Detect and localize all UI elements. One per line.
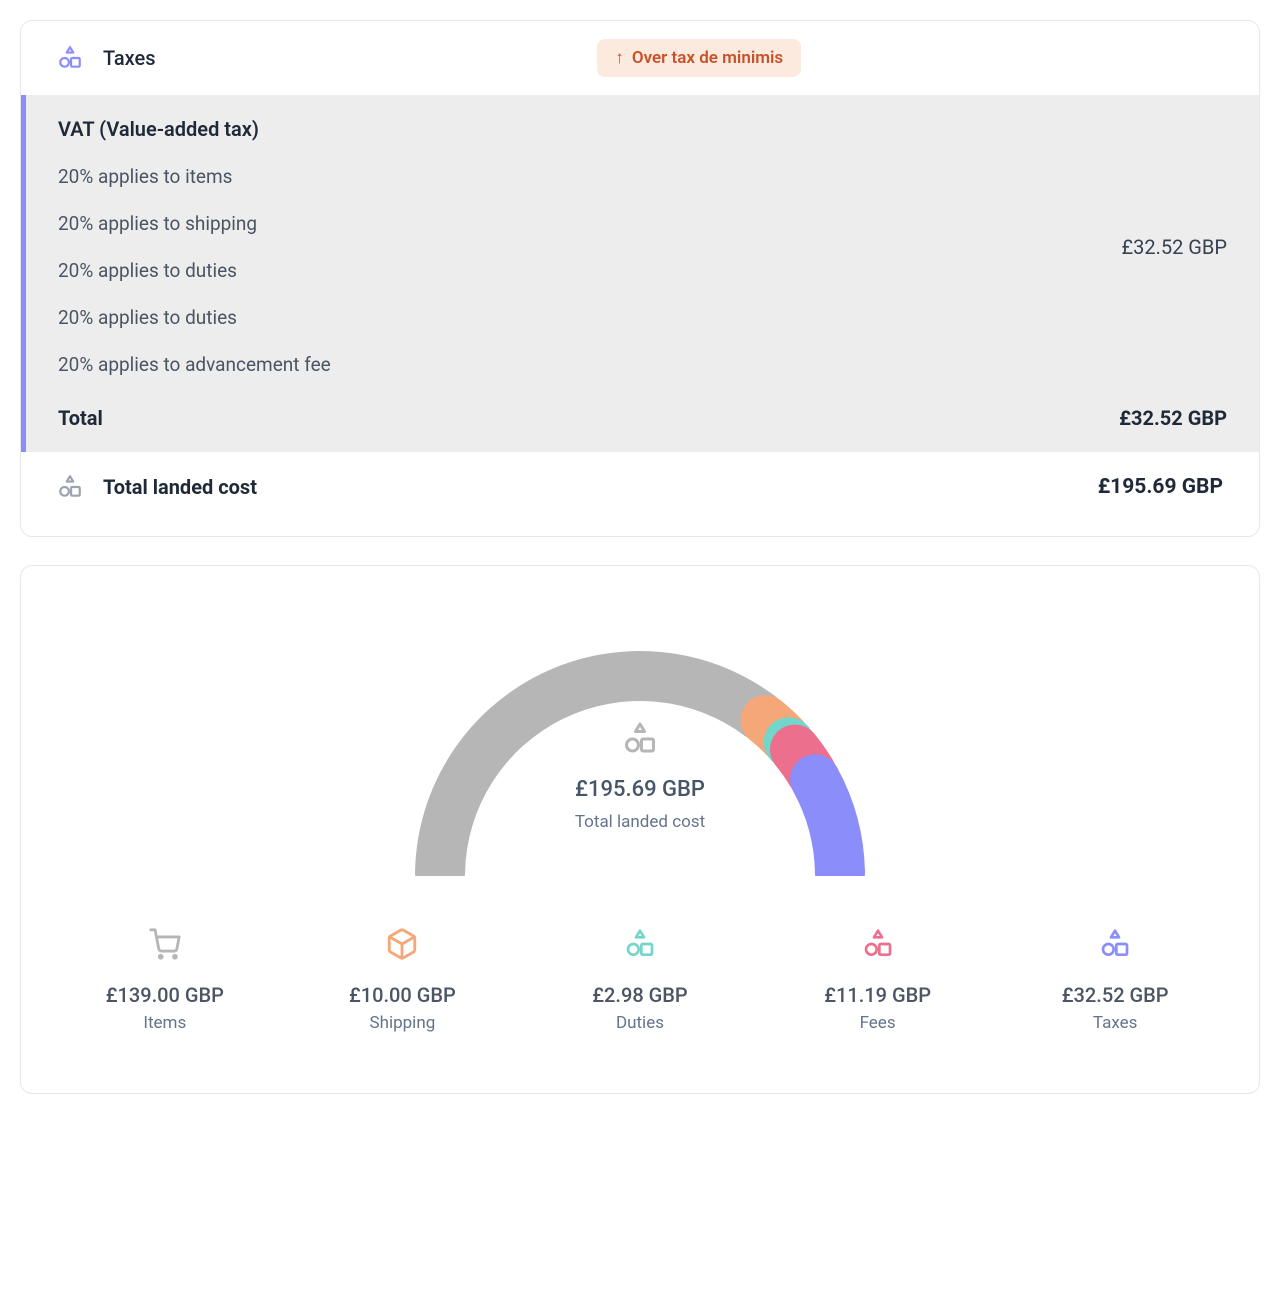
legend-item-shipping: £10.00 GBP Shipping	[289, 921, 517, 1033]
legend-label: Shipping	[370, 1013, 436, 1033]
shapes-icon	[622, 721, 658, 757]
vat-rule: 20% applies to duties	[58, 259, 331, 282]
total-landed-amount: £195.69 GBP	[1098, 475, 1223, 499]
shapes-icon	[57, 474, 83, 500]
legend-value: £139.00 GBP	[106, 983, 224, 1007]
legend-label: Taxes	[1093, 1013, 1138, 1033]
landed-cost-chart-card: £195.69 GBP Total landed cost £139.00 GB…	[20, 565, 1260, 1094]
taxes-total-row: Total £32.52 GBP	[26, 406, 1259, 452]
taxes-total-label: Total	[58, 406, 103, 430]
chart-legend: £139.00 GBP Items £10.00 GBP Shipping £2…	[51, 921, 1229, 1033]
legend-label: Items	[143, 1013, 186, 1033]
taxes-card: Taxes ↑ Over tax de minimis VAT (Value-a…	[20, 20, 1260, 537]
gauge-center: £195.69 GBP Total landed cost	[51, 721, 1229, 832]
gauge-wrap: £195.69 GBP Total landed cost	[51, 626, 1229, 876]
legend-icon	[624, 921, 656, 967]
legend-item-duties: £2.98 GBP Duties	[526, 921, 754, 1033]
legend-item-taxes: £32.52 GBP Taxes	[1001, 921, 1229, 1033]
legend-value: £2.98 GBP	[592, 983, 687, 1007]
de-minimis-badge: ↑ Over tax de minimis	[597, 39, 801, 77]
vat-amount: £32.52 GBP	[1121, 235, 1227, 259]
vat-rule: 20% applies to duties	[58, 306, 331, 329]
legend-value: £11.19 GBP	[824, 983, 931, 1007]
legend-icon	[148, 921, 182, 967]
vat-rule: 20% applies to shipping	[58, 212, 331, 235]
legend-value: £10.00 GBP	[349, 983, 456, 1007]
taxes-header: Taxes ↑ Over tax de minimis	[21, 21, 1259, 95]
shapes-icon	[1099, 928, 1131, 960]
cart-icon	[148, 927, 182, 961]
box-icon	[385, 927, 419, 961]
taxes-title: Taxes	[103, 46, 156, 70]
shapes-icon	[57, 45, 83, 71]
legend-icon	[862, 921, 894, 967]
shapes-icon	[862, 928, 894, 960]
arrow-up-icon: ↑	[615, 50, 624, 67]
vat-rule: 20% applies to advancement fee	[58, 353, 331, 376]
legend-value: £32.52 GBP	[1062, 983, 1169, 1007]
legend-icon	[1099, 921, 1131, 967]
vat-title: VAT (Value-added tax)	[58, 117, 331, 141]
total-landed-label: Total landed cost	[103, 475, 257, 499]
legend-item-fees: £11.19 GBP Fees	[764, 921, 992, 1033]
gauge-value: £195.69 GBP	[575, 777, 705, 802]
tax-detail-panel: VAT (Value-added tax) 20% applies to ite…	[21, 95, 1259, 452]
legend-label: Fees	[860, 1013, 896, 1033]
legend-icon	[385, 921, 419, 967]
vat-rules: VAT (Value-added tax) 20% applies to ite…	[58, 117, 331, 376]
shapes-icon	[624, 928, 656, 960]
gauge-label: Total landed cost	[575, 812, 705, 832]
vat-block: VAT (Value-added tax) 20% applies to ite…	[26, 95, 1259, 406]
de-minimis-text: Over tax de minimis	[632, 48, 783, 68]
vat-rule: 20% applies to items	[58, 165, 331, 188]
taxes-total-amount: £32.52 GBP	[1119, 406, 1227, 430]
legend-label: Duties	[616, 1013, 664, 1033]
total-landed-row: Total landed cost £195.69 GBP	[21, 452, 1259, 536]
legend-item-items: £139.00 GBP Items	[51, 921, 279, 1033]
